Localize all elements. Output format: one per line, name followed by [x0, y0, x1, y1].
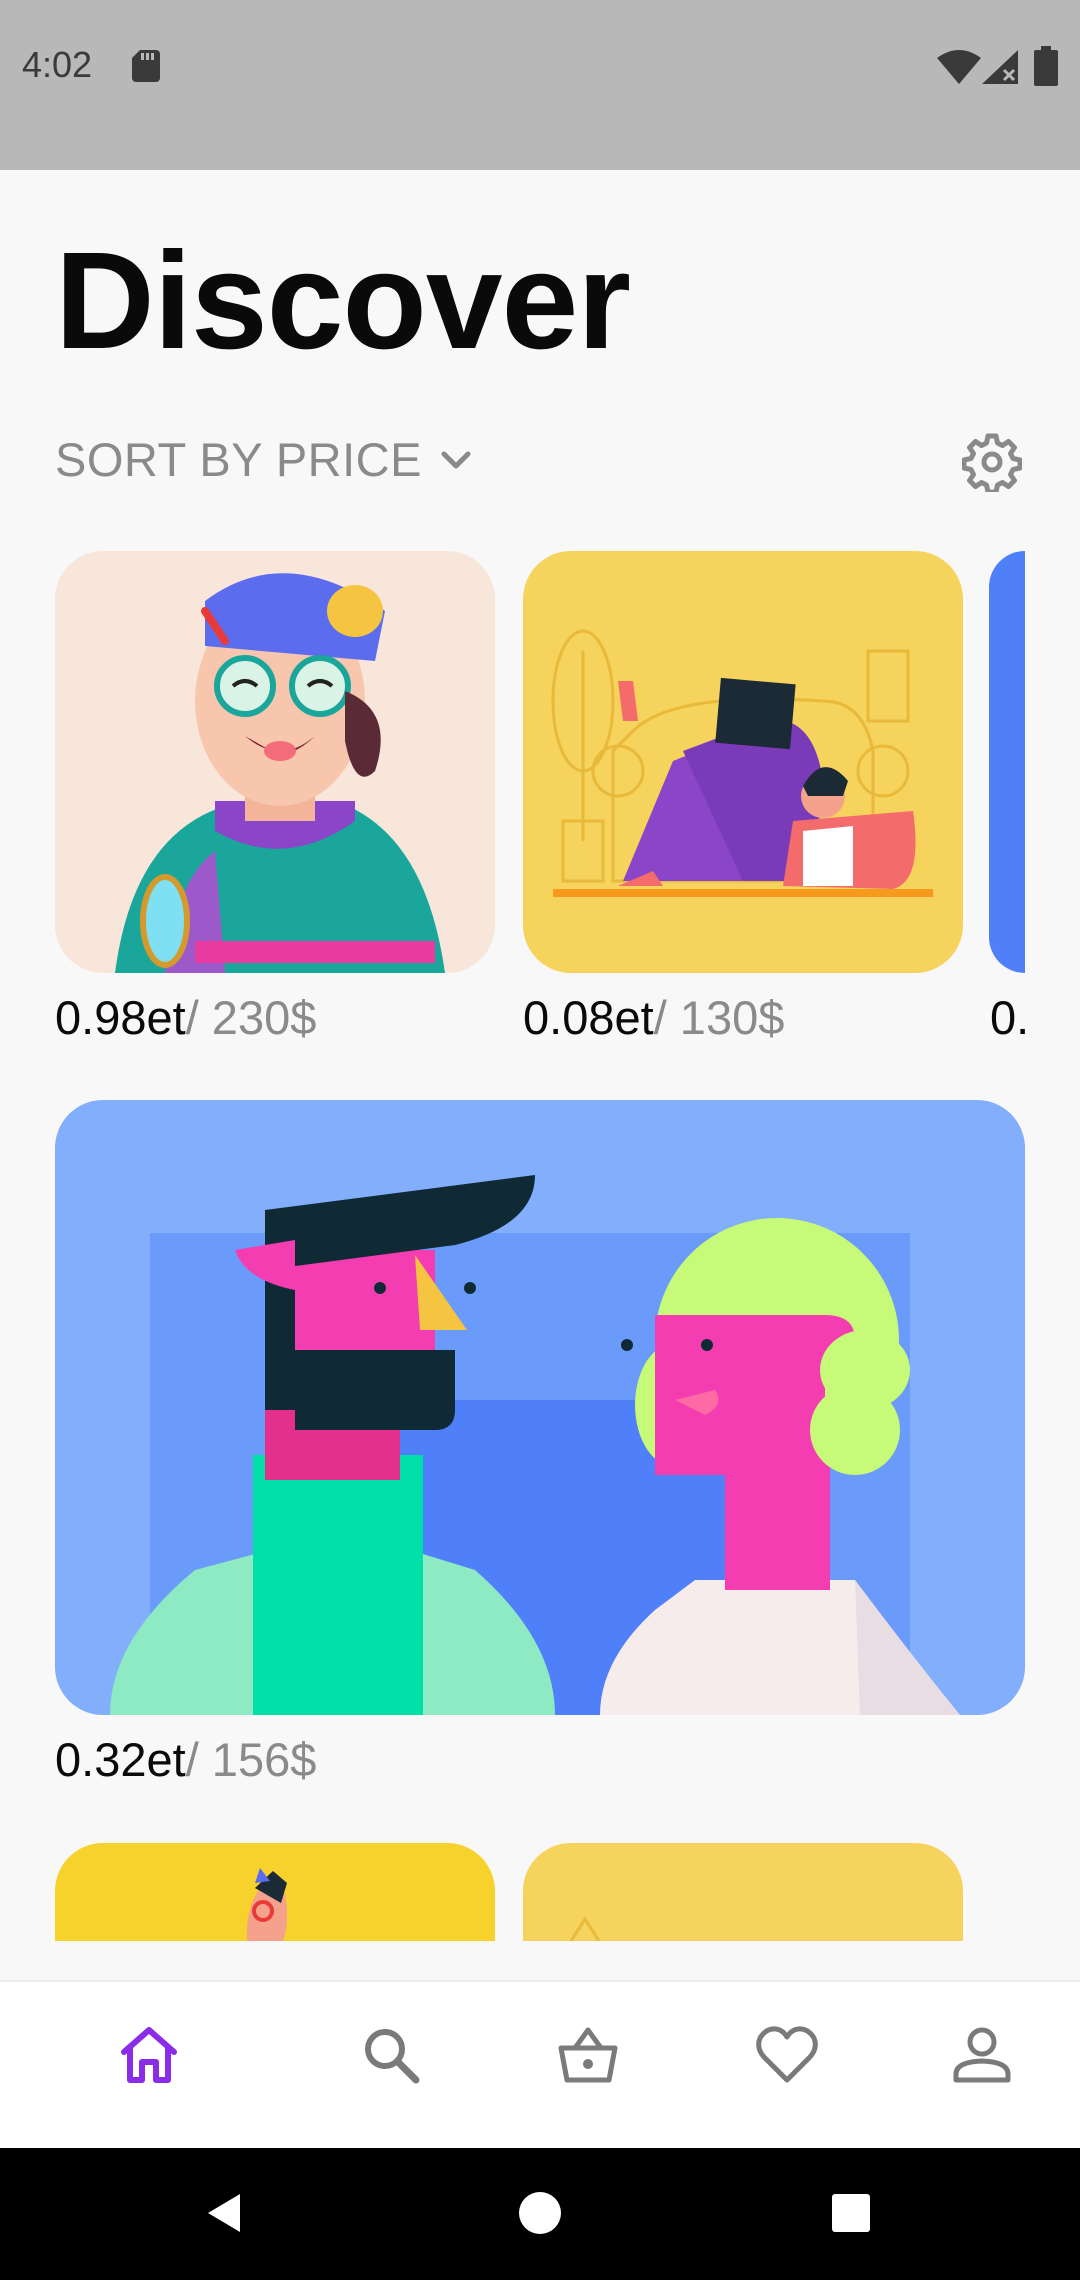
card-price: 0.98et/ 230$	[55, 990, 316, 1045]
page-title: Discover	[55, 224, 631, 378]
signal-icon	[982, 50, 1018, 84]
recents-icon[interactable]	[826, 2188, 876, 2238]
settings-gear-icon[interactable]	[962, 432, 1022, 492]
price-et: 0.32et	[55, 1733, 186, 1786]
status-time: 4:02	[22, 44, 93, 85]
search-icon	[365, 2029, 420, 2084]
price-et: 0.98et	[55, 991, 186, 1044]
system-navigation-bar	[0, 2148, 1080, 2280]
sort-label: SORT BY PRICE	[55, 433, 422, 486]
wifi-icon	[937, 50, 981, 84]
price-usd: / 230$	[185, 991, 317, 1044]
artwork-card[interactable]	[523, 1843, 963, 1941]
nav-home-label: home	[105, 2094, 191, 2132]
price-usd: / 156$	[185, 1733, 317, 1786]
heart-icon	[756, 2026, 818, 2083]
home-icon	[121, 2027, 177, 2083]
artwork-card[interactable]	[55, 1843, 495, 1941]
artwork-card[interactable]	[989, 551, 1025, 973]
card-price: 0.08et/ 130$	[523, 990, 784, 1045]
card-price: 0.32et/ 156$	[55, 1732, 316, 1787]
artwork-card[interactable]	[55, 551, 495, 973]
price-et: 0.08et	[523, 991, 654, 1044]
price-usd: / 130$	[653, 991, 785, 1044]
status-bar: 4:02	[0, 0, 1080, 170]
user-icon	[953, 2027, 1011, 2083]
card-price: 0.	[990, 990, 1025, 1045]
bottom-navigation: home	[0, 1980, 1080, 2150]
artwork-image	[115, 573, 445, 973]
artwork-image	[110, 1175, 960, 1715]
price-et: 0.	[990, 991, 1025, 1044]
artwork-card[interactable]	[523, 551, 963, 973]
nav-basket[interactable]	[532, 2010, 642, 2120]
home-circle-icon[interactable]	[515, 2188, 565, 2238]
artwork-image	[246, 1868, 288, 1941]
battery-icon	[1034, 46, 1058, 86]
artwork-image	[569, 1916, 601, 1941]
nav-search[interactable]	[335, 2010, 445, 2120]
artwork-card-large[interactable]	[55, 1100, 1025, 1715]
chevron-down-icon	[441, 451, 471, 468]
back-icon[interactable]	[200, 2188, 250, 2238]
nav-home[interactable]: home	[93, 2010, 203, 2132]
basket-icon	[558, 2027, 618, 2083]
artwork-image	[551, 629, 933, 897]
nav-favorites[interactable]	[731, 2010, 841, 2120]
sort-dropdown[interactable]: SORT BY PRICE	[55, 432, 476, 487]
nav-profile[interactable]	[926, 2010, 1036, 2120]
sd-card-icon	[132, 50, 160, 82]
